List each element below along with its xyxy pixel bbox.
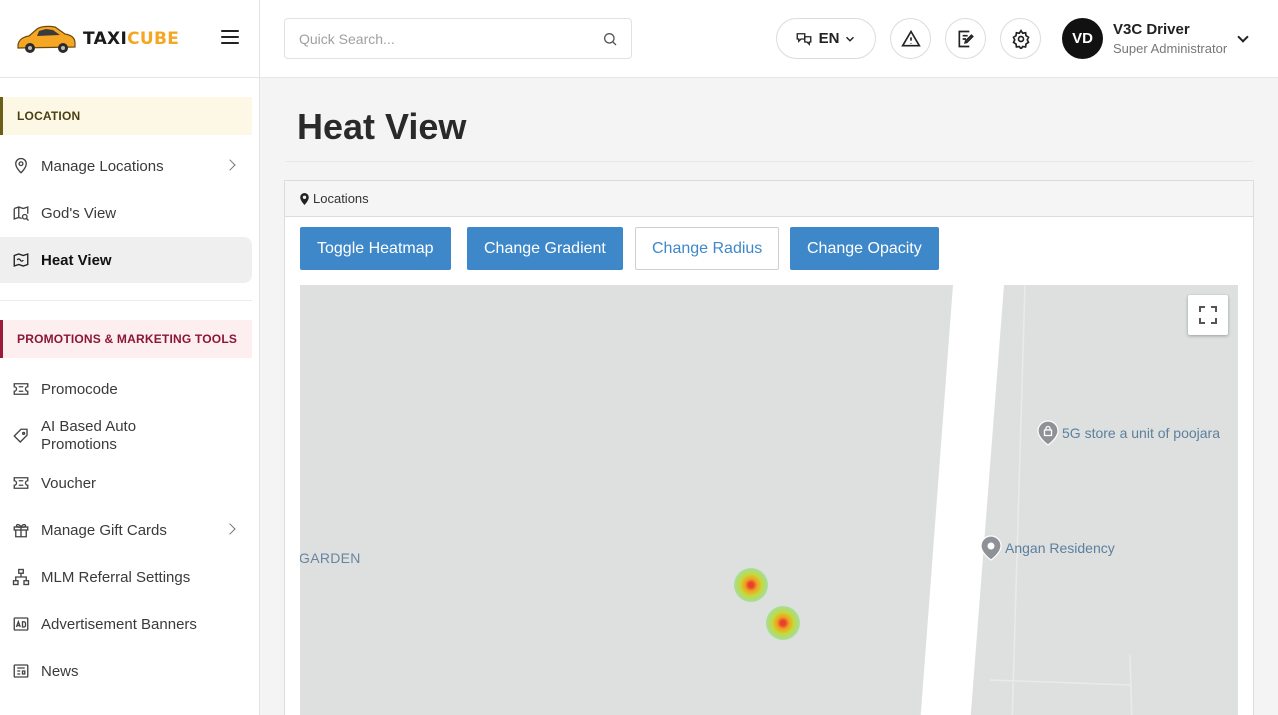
page-title: Heat View [297, 106, 467, 147]
sidebar-item-label: Manage Locations [41, 157, 164, 175]
brand-name: TAXICUBE [83, 28, 180, 49]
notes-button[interactable] [945, 18, 986, 59]
user-info: V3C Driver Super Administrator [1113, 21, 1227, 56]
gear-icon [1011, 28, 1030, 49]
sidebar-item-voucher[interactable]: Voucher [0, 463, 252, 503]
taxi-car-icon [17, 25, 76, 53]
chevron-right-icon [224, 159, 236, 171]
sidebar-item-mlm-referral[interactable]: MLM Referral Settings [0, 557, 252, 597]
sidebar-item-manage-locations[interactable]: Manage Locations [0, 146, 252, 186]
search-icon[interactable] [602, 31, 618, 47]
language-selector[interactable]: EN [776, 18, 876, 59]
poi-store-label: 5G store a unit of poojara [1062, 425, 1220, 441]
card-title: Locations [313, 191, 369, 206]
fullscreen-button[interactable] [1188, 295, 1228, 335]
sidebar-item-label: Advertisement Banners [41, 615, 197, 633]
sidebar: TAXICUBE LOCATION Manage Locations God's… [0, 0, 260, 715]
sidebar-item-promocode[interactable]: Promocode [0, 369, 252, 409]
map-label-garden: GARDEN [300, 550, 361, 566]
poi-residency-label: Angan Residency [1005, 540, 1115, 556]
sidebar-item-news[interactable]: News [0, 651, 252, 691]
fullscreen-icon [1199, 306, 1217, 324]
sidebar-item-gift-cards[interactable]: Manage Gift Cards [0, 510, 252, 550]
sidebar-item-label: Voucher [41, 474, 97, 492]
toggle-heatmap-button[interactable]: Toggle Heatmap [300, 227, 451, 270]
warning-icon [900, 29, 921, 46]
title-divider [285, 161, 1253, 162]
chevron-down-icon [1237, 31, 1249, 43]
locations-card: Locations Toggle Heatmap Change Gradient… [284, 180, 1254, 715]
sidebar-item-label: MLM Referral Settings [41, 568, 191, 586]
edit-note-icon [958, 30, 974, 47]
map-pin-icon [15, 157, 27, 174]
sidebar-item-advertisement-banners[interactable]: Advertisement Banners [0, 604, 252, 644]
voucher-icon [13, 477, 29, 489]
card-header: Locations [285, 181, 1253, 217]
shopping-pin-icon [1037, 420, 1059, 446]
sidebar-item-label: AI Based Auto Promotions [41, 418, 137, 453]
news-icon [13, 664, 29, 678]
map-roads [920, 285, 1133, 715]
change-gradient-button[interactable]: Change Gradient [467, 227, 623, 270]
section-header-promotions: PROMOTIONS & MARKETING TOOLS [0, 320, 252, 358]
change-radius-button[interactable]: Change Radius [635, 227, 780, 270]
sidebar-item-ai-promotions[interactable]: AI Based Auto Promotions [0, 416, 252, 456]
heat-point [734, 568, 768, 602]
tag-icon [13, 428, 28, 443]
alert-button[interactable] [890, 18, 931, 59]
chevron-right-icon [224, 523, 236, 535]
map-marker-icon [300, 192, 309, 205]
user-name: V3C Driver [1113, 21, 1190, 38]
sidebar-item-heat-view[interactable]: Heat View [0, 237, 252, 283]
user-menu[interactable]: VD V3C Driver Super Administrator [1062, 18, 1249, 59]
language-label: EN [818, 30, 840, 47]
sidebar-item-label: News [41, 662, 79, 680]
search-box [284, 18, 632, 59]
sidebar-item-label: Manage Gift Cards [41, 521, 167, 539]
top-bar: EN VD V3C Driver Super Administrator [260, 0, 1278, 78]
sidebar-item-label: God's View [41, 204, 117, 222]
settings-button[interactable] [1000, 18, 1041, 59]
change-opacity-button[interactable]: Change Opacity [790, 227, 939, 270]
sidebar-divider [0, 300, 252, 301]
ticket-icon [13, 383, 29, 395]
heat-point [766, 606, 800, 640]
heat-map[interactable]: GARDEN 5G store a unit of poojara Angan … [300, 285, 1238, 715]
menu-toggle-icon[interactable] [221, 30, 239, 46]
search-input[interactable] [285, 19, 575, 58]
location-pin-icon [980, 535, 1002, 561]
gift-icon [13, 523, 29, 538]
sidebar-item-label: Heat View [41, 251, 112, 269]
sidebar-item-gods-view[interactable]: God's View [0, 193, 252, 233]
chevron-down-icon [846, 36, 855, 42]
poi-store[interactable]: 5G store a unit of poojara [1037, 420, 1220, 446]
ad-icon [13, 617, 29, 631]
hierarchy-icon [12, 568, 30, 586]
section-header-location: LOCATION [0, 97, 252, 135]
sidebar-item-label: Promocode [41, 380, 118, 398]
translate-icon [796, 32, 812, 46]
heat-map-icon [13, 253, 29, 267]
avatar: VD [1062, 18, 1103, 59]
user-role: Super Administrator [1113, 41, 1228, 56]
poi-residency[interactable]: Angan Residency [980, 535, 1115, 561]
map-search-icon [13, 206, 29, 221]
